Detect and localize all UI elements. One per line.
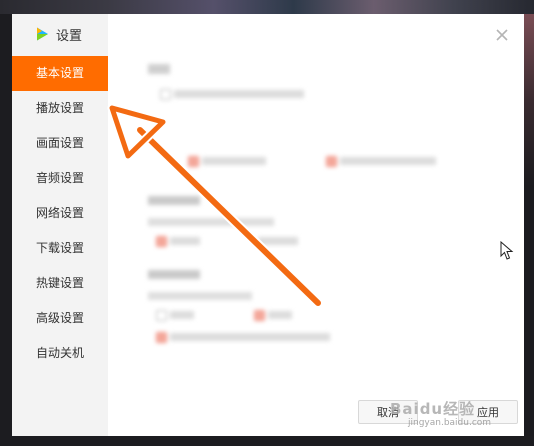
sidebar-item-advanced-settings[interactable]: 高级设置 [12,301,108,336]
settings-dialog: 设置 基本设置 播放设置 画面设置 音频设置 网络设置 下载设置 热键设置 高级… [12,14,524,436]
blurred-option-text [340,157,436,165]
background-video-frame-top [0,0,534,14]
blurred-section-heading [148,270,200,279]
blurred-option-text [148,292,252,300]
blurred-option-text [268,311,292,319]
blurred-checkbox [254,310,265,321]
settings-sidebar: 设置 基本设置 播放设置 画面设置 音频设置 网络设置 下载设置 热键设置 高级… [12,14,108,436]
blurred-checkbox [188,156,199,167]
blurred-section-heading [148,64,170,74]
blurred-checkbox [326,156,337,167]
background-bottom-edge [0,436,534,446]
blurred-option-text [170,237,200,245]
blurred-option-text [258,237,298,245]
blurred-checkbox [156,236,167,247]
watermark-url: jingyan.baidu.com [408,418,492,428]
blurred-option-text [170,311,194,319]
sidebar-item-picture-settings[interactable]: 画面设置 [12,126,108,161]
sidebar-item-download-settings[interactable]: 下载设置 [12,231,108,266]
sidebar-item-basic-settings[interactable]: 基本设置 [12,56,108,91]
dialog-header: 设置 [34,24,82,44]
watermark-logo: Baidu经验 [390,400,476,418]
sidebar-item-network-settings[interactable]: 网络设置 [12,196,108,231]
settings-content-blurred [108,14,524,436]
video-app-logo-icon [37,27,48,41]
blurred-option-text [170,333,330,341]
blurred-option-text [202,157,266,165]
sidebar-item-playback-settings[interactable]: 播放设置 [12,91,108,126]
blurred-checkbox [160,89,171,100]
background-left-edge [0,14,12,446]
dialog-title: 设置 [56,28,83,44]
sidebar-item-hotkey-settings[interactable]: 热键设置 [12,266,108,301]
sidebar-item-audio-settings[interactable]: 音频设置 [12,161,108,196]
blurred-section-heading [148,196,200,205]
blurred-checkbox [156,310,167,321]
sidebar-item-auto-shutdown[interactable]: 自动关机 [12,336,108,371]
blurred-option-text [148,218,274,226]
blurred-option-text [174,90,304,98]
mouse-pointer-icon [500,241,514,260]
background-right-edge [524,14,534,446]
blurred-checkbox [156,332,167,343]
settings-nav: 基本设置 播放设置 画面设置 音频设置 网络设置 下载设置 热键设置 高级设置 … [12,56,108,371]
